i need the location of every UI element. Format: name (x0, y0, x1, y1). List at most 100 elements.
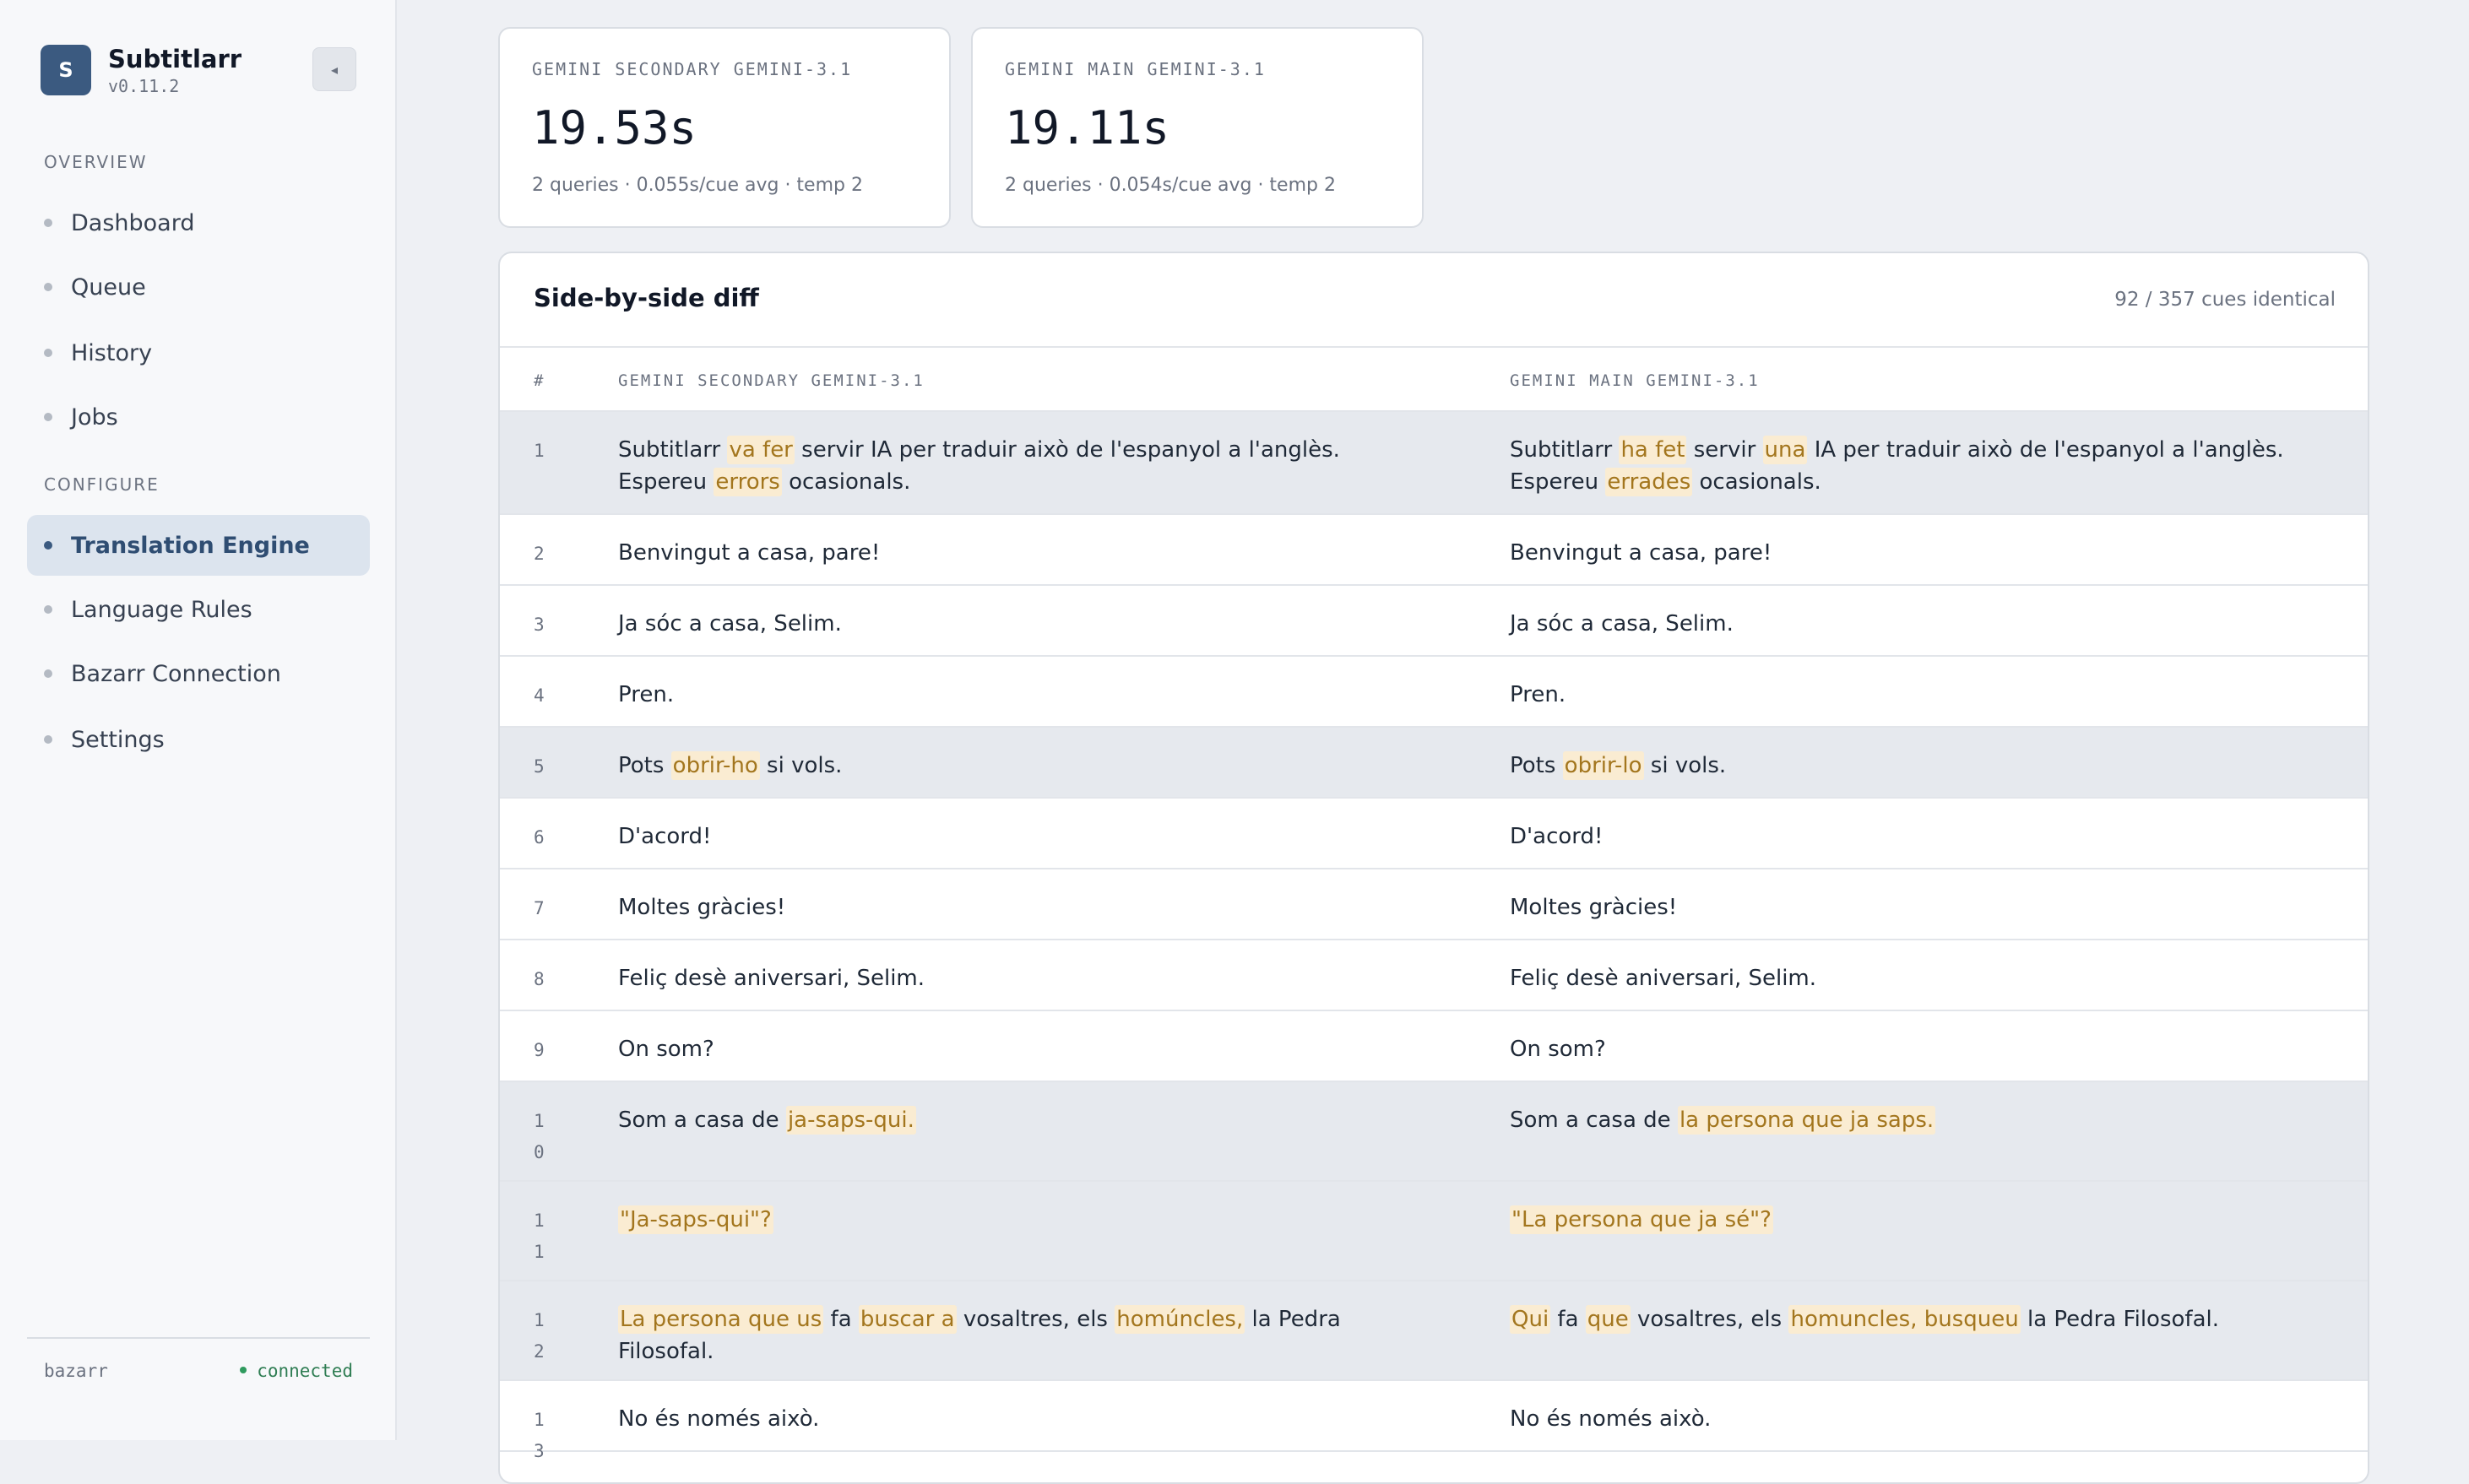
cue-text-left: On som? (618, 1033, 1395, 1065)
section-label-configure: Configure (44, 474, 160, 495)
cue-text-left: Pots obrir-ho si vols. (618, 750, 1395, 782)
table-row[interactable]: 12 La persona que us fa buscar a vosaltre… (500, 1281, 2368, 1381)
sidebar-item-jobs[interactable]: Jobs (27, 387, 370, 447)
stat-card-main: GEMINI MAIN GEMINI-3.1 19.11s 2 queries … (971, 27, 1424, 228)
cue-segment: Pren. (1510, 682, 1566, 707)
sidebar-item-dashboard[interactable]: Dashboard (27, 192, 370, 253)
brand-text: Subtitlarr v0.11.2 (108, 44, 241, 96)
cue-text-left: Feliç desè aniversari, Selim. (618, 962, 1395, 994)
cue-segment: fa (1550, 1307, 1586, 1332)
collapse-sidebar-button[interactable]: ◂ (312, 47, 356, 91)
stat-title: GEMINI SECONDARY GEMINI-3.1 (532, 59, 853, 79)
sidebar-item-translation-engine[interactable]: Translation Engine (27, 515, 370, 576)
table-row[interactable]: 8 Feliç desè aniversari, Selim. Feliç desè… (500, 940, 2368, 1011)
cue-segment: la Pedra Filosofal. (2020, 1307, 2219, 1332)
diff-highlight: errades (1605, 468, 1693, 496)
diff-highlight: "La persona que ja sé"? (1510, 1205, 1773, 1234)
cue-number: 6 (534, 827, 545, 848)
cue-text-right: Pots obrir-lo si vols. (1510, 750, 2320, 782)
cue-text-left: D'acord! (618, 821, 1395, 853)
cue-text-left: Benvingut a casa, pare! (618, 537, 1395, 569)
cue-segment: servir (1686, 437, 1763, 463)
cue-segment: si vols. (759, 753, 843, 778)
service-name: bazarr (44, 1361, 108, 1381)
bullet-icon (44, 219, 52, 227)
table-row[interactable]: 1 Subtitlarr va fer servir IA per traduir… (500, 412, 2368, 515)
sidebar-item-history[interactable]: History (27, 322, 370, 383)
cue-text-right: Ja sóc a casa, Selim. (1510, 608, 2320, 640)
diff-rows: 1 Subtitlarr va fer servir IA per traduir… (500, 412, 2368, 1461)
cue-number: 4 (534, 685, 545, 706)
cue-text-right: Subtitlarr ha fet servir una IA per trad… (1510, 434, 2320, 498)
table-row[interactable]: 2 Benvingut a casa, pare! Benvingut a casa… (500, 515, 2368, 586)
sidebar-item-label: History (71, 339, 153, 366)
cue-text-left: Pren. (618, 679, 1395, 711)
cue-text-right: On som? (1510, 1033, 2320, 1065)
table-row[interactable]: 6 D'acord! D'acord! (500, 799, 2368, 869)
cue-segment: D'acord! (1510, 824, 1603, 849)
cue-number: 12 (534, 1310, 545, 1362)
brand[interactable]: S Subtitlarr v0.11.2 (41, 44, 241, 96)
diff-panel: Side-by-side diff 92 / 357 cues identica… (498, 252, 2369, 1484)
cue-number: 7 (534, 898, 545, 918)
sidebar-item-label: Translation Engine (71, 532, 310, 559)
table-row[interactable]: 13 No és només això. No és només això. (500, 1381, 2368, 1461)
cue-number: 3 (534, 615, 545, 635)
diff-title: Side-by-side diff (534, 284, 759, 312)
sidebar-item-label: Settings (71, 726, 165, 753)
diff-highlight: homuncles, busqueu (1788, 1305, 2021, 1334)
connection-status: bazarr connected (27, 1337, 370, 1405)
cue-segment: Feliç desè aniversari, Selim. (618, 966, 925, 991)
stat-subtitle: 2 queries · 0.055s/cue avg · temp 2 (532, 175, 863, 196)
cue-segment: ocasionals. (781, 469, 911, 495)
cue-segment: Ja sóc a casa, Selim. (618, 611, 842, 636)
cue-segment: Moltes gràcies! (618, 895, 786, 920)
sidebar-item-bazarr-connection[interactable]: Bazarr Connection (27, 643, 370, 704)
table-row[interactable]: 3 Ja sóc a casa, Selim. Ja sóc a casa, Sel… (500, 586, 2368, 657)
sidebar-item-queue[interactable]: Queue (27, 257, 370, 317)
cue-text-left: Moltes gràcies! (618, 891, 1395, 923)
cue-text-left: La persona que us fa buscar a vosaltres,… (618, 1303, 1395, 1368)
app-name: Subtitlarr (108, 45, 242, 73)
sidebar-item-settings[interactable]: Settings (27, 709, 370, 770)
cue-number: 13 (534, 1410, 545, 1461)
cue-text-right: Benvingut a casa, pare! (1510, 537, 2320, 569)
cue-segment: On som? (1510, 1037, 1606, 1062)
table-row[interactable]: 5 Pots obrir-ho si vols. Pots obrir-lo si … (500, 728, 2368, 799)
table-row[interactable]: 4 Pren. Pren. (500, 657, 2368, 728)
column-left-model: GEMINI SECONDARY GEMINI-3.1 (618, 371, 925, 390)
bullet-icon (44, 349, 52, 357)
cue-segment: Subtitlarr (618, 437, 728, 463)
bullet-icon (44, 735, 52, 744)
cue-segment: si vols. (1643, 753, 1727, 778)
diff-highlight: va fer (727, 436, 795, 464)
cue-text-right: Qui fa que vosaltres, els homuncles, bus… (1510, 1303, 2320, 1335)
cue-text-left: "Ja-saps-qui"? (618, 1204, 1395, 1236)
cue-segment: ocasionals. (1692, 469, 1821, 495)
table-row[interactable]: 7 Moltes gràcies! Moltes gràcies! (500, 869, 2368, 940)
sidebar-item-label: Queue (71, 274, 146, 301)
identical-count: 92 / 357 cues identical (2114, 289, 2336, 311)
table-row[interactable]: 11 "Ja-saps-qui"? "La persona que ja sé"? (500, 1182, 2368, 1281)
bullet-icon (44, 541, 52, 550)
cue-number: 2 (534, 544, 545, 564)
diff-highlight: que (1585, 1305, 1631, 1334)
cue-segment: On som? (618, 1037, 714, 1062)
sidebar-item-language-rules[interactable]: Language Rules (27, 579, 370, 640)
cue-segment: Ja sóc a casa, Selim. (1510, 611, 1734, 636)
stat-subtitle: 2 queries · 0.054s/cue avg · temp 2 (1005, 175, 1336, 196)
cue-number: 11 (534, 1210, 545, 1262)
sidebar-item-label: Jobs (71, 403, 118, 431)
table-row[interactable]: 10 Som a casa de ja-saps-qui. Som a casa d… (500, 1082, 2368, 1182)
stat-value: 19.53s (532, 101, 697, 154)
cue-number: 1 (534, 441, 545, 461)
status-badge: connected (240, 1361, 353, 1381)
diff-highlight: ha fet (1619, 436, 1687, 464)
cue-segment: No és només això. (1510, 1406, 1712, 1432)
column-right-model: GEMINI MAIN GEMINI-3.1 (1510, 371, 1760, 390)
cue-segment: fa (823, 1307, 859, 1332)
cue-segment: Feliç desè aniversari, Selim. (1510, 966, 1817, 991)
table-row[interactable]: 9 On som? On som? (500, 1011, 2368, 1082)
cue-number: 9 (534, 1040, 545, 1060)
cue-text-left: Subtitlarr va fer servir IA per traduir … (618, 434, 1395, 498)
